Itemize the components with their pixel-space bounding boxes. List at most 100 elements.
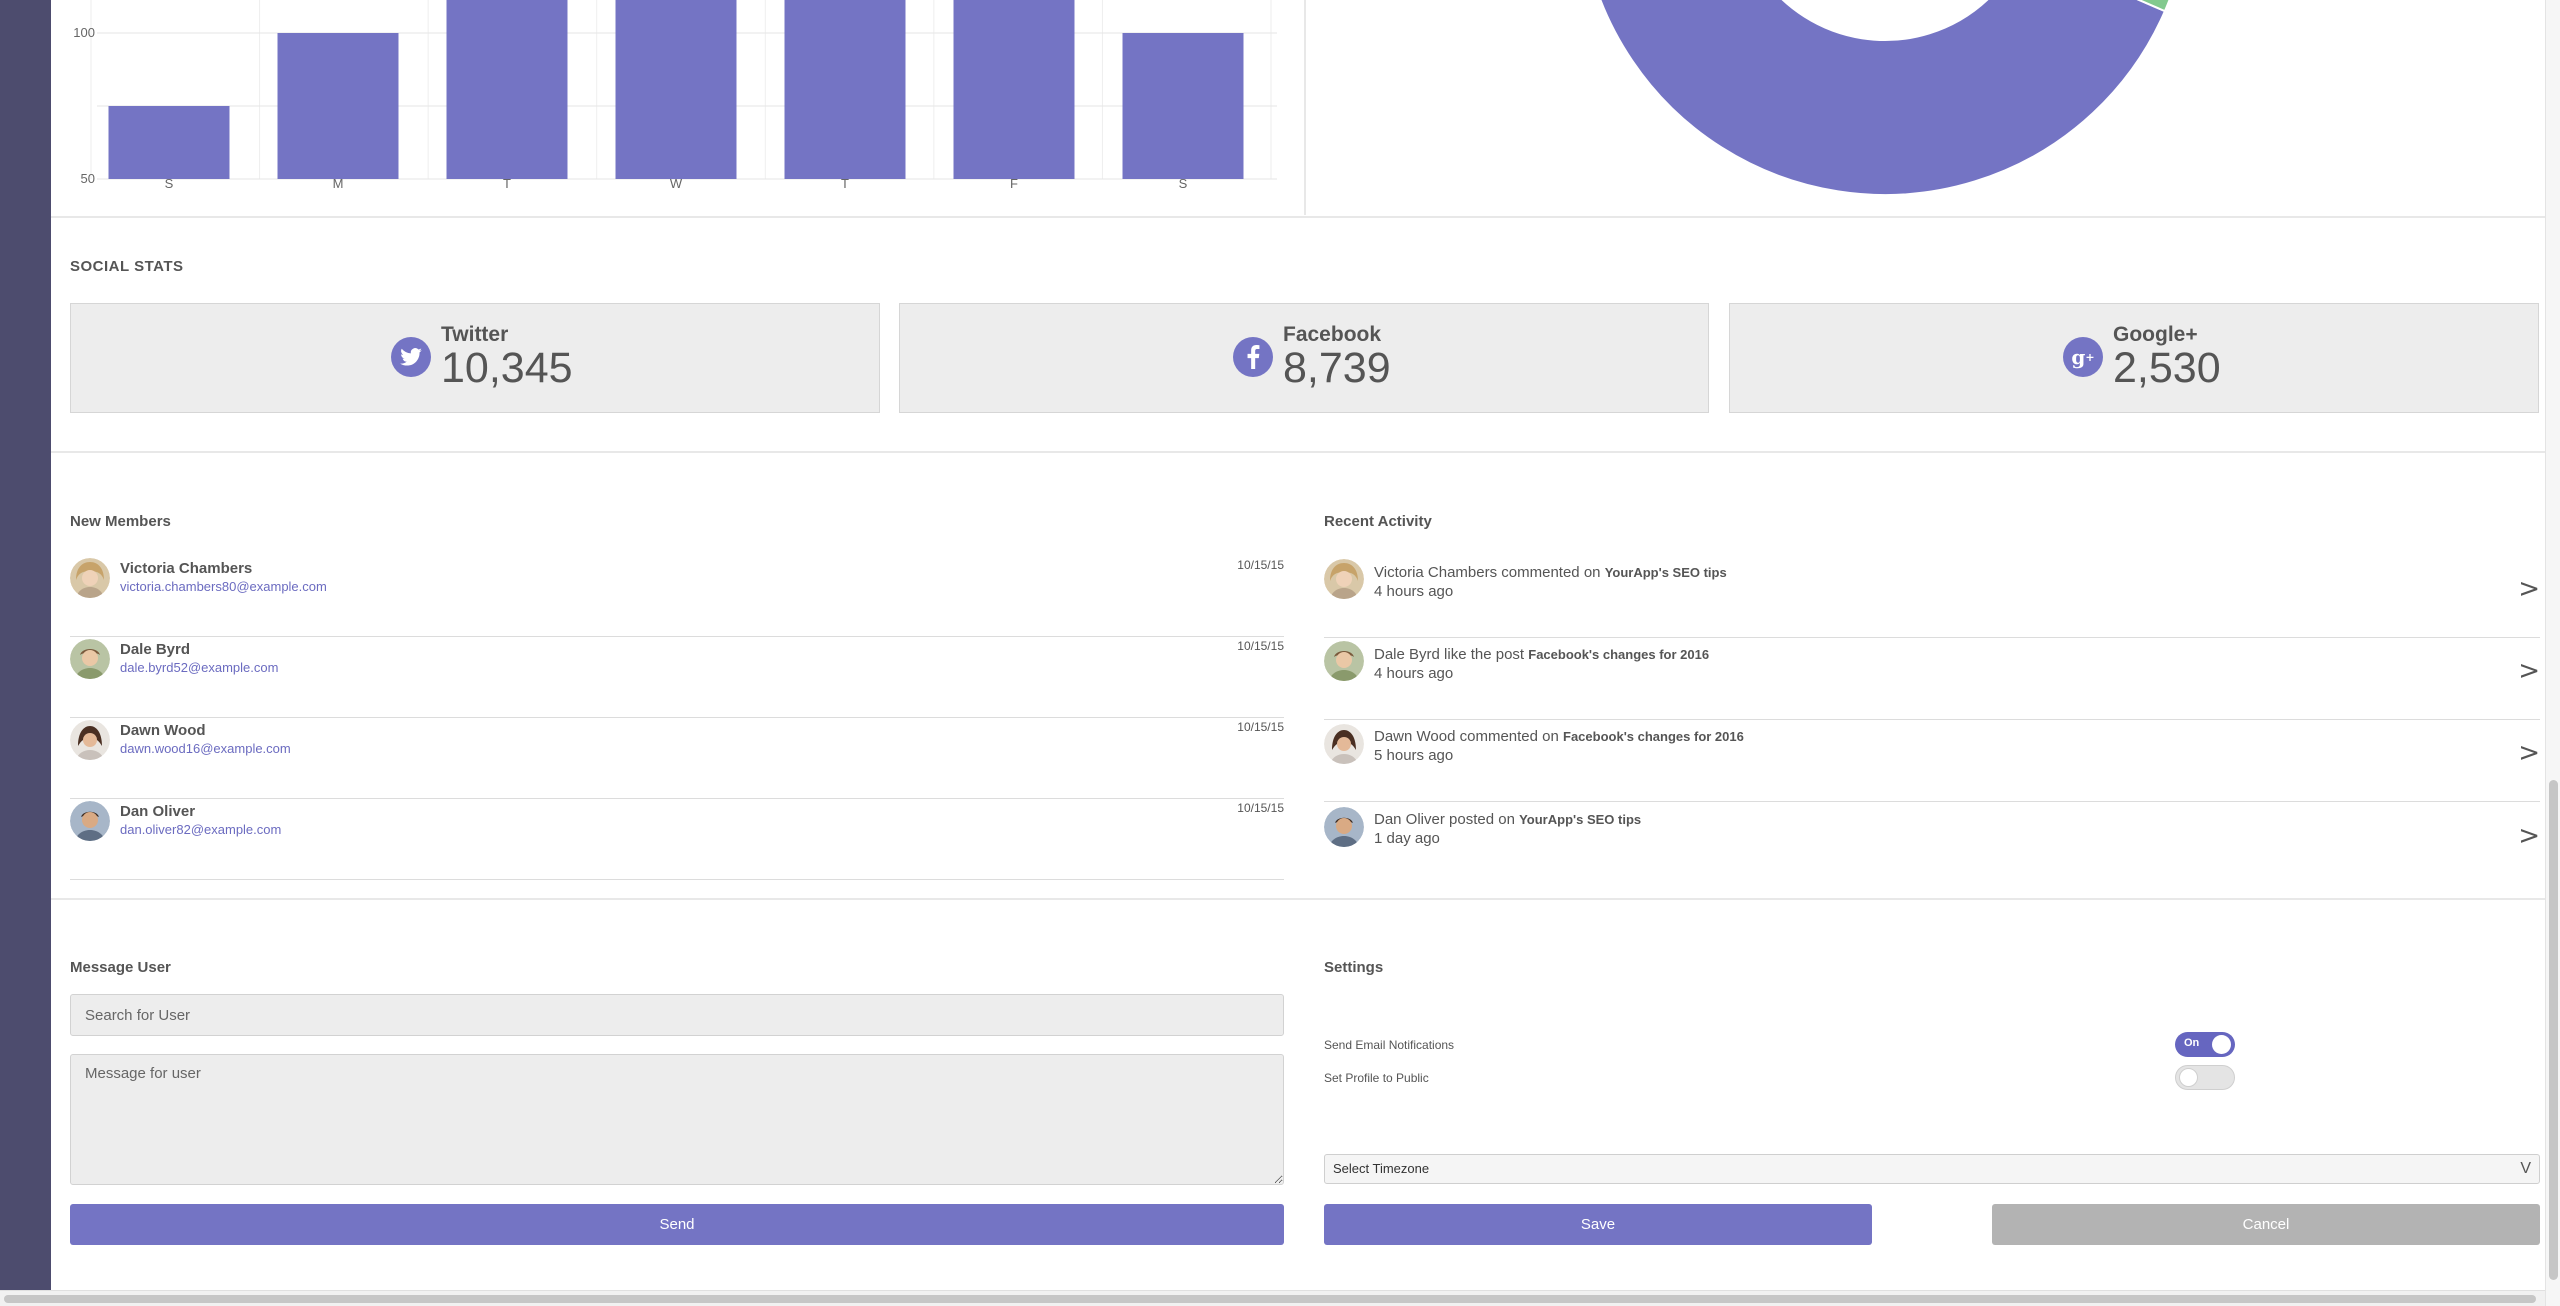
member-row[interactable]: Dawn Wood dawn.wood16@example.com 10/15/… bbox=[70, 718, 1284, 799]
google-plus-label: Google+ bbox=[2113, 323, 2198, 346]
member-date: 10/15/15 bbox=[1237, 720, 1284, 734]
activity-time: 4 hours ago bbox=[1374, 665, 1454, 682]
member-name[interactable]: Dawn Wood bbox=[120, 722, 206, 739]
activity-description: Dawn Wood commented on Facebook's change… bbox=[1374, 728, 1744, 745]
settings-title: Settings bbox=[1324, 959, 1384, 976]
email-notifications-label: Send Email Notifications bbox=[1324, 1038, 1455, 1052]
section-divider bbox=[51, 216, 2545, 218]
chevron-right-icon[interactable]: > bbox=[2518, 738, 2540, 768]
chevron-right-icon[interactable]: > bbox=[2518, 656, 2540, 686]
member-name[interactable]: Dan Oliver bbox=[120, 803, 195, 820]
send-button[interactable]: Send bbox=[70, 1204, 1284, 1245]
facebook-label: Facebook bbox=[1283, 323, 1382, 346]
x-tick-label: T bbox=[841, 176, 849, 191]
toggle-state-text: On bbox=[2184, 1037, 2200, 1049]
twitter-stat-card: Twitter 10,345 bbox=[70, 303, 880, 413]
horizontal-scrollbar[interactable] bbox=[0, 1290, 2545, 1306]
email-notifications-toggle[interactable]: On bbox=[2175, 1032, 2235, 1057]
bar bbox=[277, 33, 399, 179]
y-tick-label: 100 bbox=[73, 25, 95, 40]
member-date: 10/15/15 bbox=[1237, 558, 1284, 572]
activity-row[interactable]: Dan Oliver posted on YourApp's SEO tips … bbox=[1324, 803, 2540, 885]
activity-time: 5 hours ago bbox=[1374, 747, 1454, 764]
x-tick-label: S bbox=[165, 176, 174, 191]
chevron-down-icon: V bbox=[2520, 1160, 2531, 1177]
avatar bbox=[70, 558, 110, 598]
member-date: 10/15/15 bbox=[1237, 639, 1284, 653]
search-user-input[interactable] bbox=[70, 994, 1284, 1036]
twitter-label: Twitter bbox=[441, 323, 509, 346]
member-row[interactable]: Dan Oliver dan.oliver82@example.com 10/1… bbox=[70, 799, 1284, 880]
x-tick-label: S bbox=[1179, 176, 1188, 191]
facebook-count: 8,739 bbox=[1283, 344, 1391, 392]
member-email[interactable]: dale.byrd52@example.com bbox=[120, 660, 278, 675]
member-date: 10/15/15 bbox=[1237, 801, 1284, 815]
activity-description: Dan Oliver posted on YourApp's SEO tips bbox=[1374, 811, 1642, 828]
twitter-icon bbox=[391, 337, 431, 377]
bar bbox=[1122, 33, 1244, 179]
message-textarea[interactable] bbox=[70, 1054, 1284, 1185]
google-plus-icon: g + bbox=[2063, 337, 2103, 377]
donut-slice bbox=[1599, 0, 2167, 196]
vertical-scrollbar-thumb[interactable] bbox=[2549, 780, 2558, 1280]
donut-chart bbox=[1599, 0, 2171, 196]
section-divider bbox=[51, 898, 2545, 900]
google-plus-stat-card: g + Google+ 2,530 bbox=[1729, 303, 2539, 413]
bar bbox=[615, 0, 737, 179]
member-name[interactable]: Dale Byrd bbox=[120, 641, 190, 658]
member-row[interactable]: Dale Byrd dale.byrd52@example.com 10/15/… bbox=[70, 637, 1284, 718]
recent-activity-title: Recent Activity bbox=[1324, 513, 1432, 530]
social-stats-title: SOCIAL STATS bbox=[70, 258, 184, 275]
sidebar bbox=[0, 0, 51, 1306]
avatar bbox=[70, 801, 110, 841]
member-email[interactable]: dan.oliver82@example.com bbox=[120, 822, 281, 837]
activity-row[interactable]: Dale Byrd like the post Facebook's chang… bbox=[1324, 638, 2540, 720]
timezone-select-value: Select Timezone bbox=[1333, 1161, 1430, 1176]
bar bbox=[784, 0, 906, 179]
avatar bbox=[70, 720, 110, 760]
x-tick-label: W bbox=[670, 176, 683, 191]
x-tick-label: M bbox=[333, 176, 344, 191]
bar bbox=[108, 106, 230, 179]
chart-divider bbox=[1304, 0, 1306, 215]
avatar bbox=[70, 639, 110, 679]
bar bbox=[953, 0, 1075, 179]
horizontal-scrollbar-thumb[interactable] bbox=[4, 1295, 2536, 1303]
member-row[interactable]: Victoria Chambers victoria.chambers80@ex… bbox=[70, 556, 1284, 637]
member-email[interactable]: victoria.chambers80@example.com bbox=[120, 579, 327, 594]
message-user-title: Message User bbox=[70, 959, 171, 976]
chevron-right-icon[interactable]: > bbox=[2518, 821, 2540, 851]
toggle-knob bbox=[2212, 1035, 2231, 1054]
vertical-scrollbar[interactable] bbox=[2545, 0, 2560, 1306]
bar bbox=[446, 0, 568, 179]
save-button[interactable]: Save bbox=[1324, 1204, 1872, 1245]
section-divider bbox=[51, 451, 2545, 453]
activity-time: 1 day ago bbox=[1374, 830, 1440, 847]
twitter-count: 10,345 bbox=[441, 344, 573, 392]
chevron-right-icon[interactable]: > bbox=[2518, 574, 2540, 604]
activity-time: 4 hours ago bbox=[1374, 583, 1454, 600]
y-tick-label: 50 bbox=[81, 171, 95, 186]
avatar bbox=[1324, 559, 1364, 599]
toggle-knob bbox=[2179, 1068, 2198, 1087]
timezone-select[interactable]: Select Timezone V bbox=[1324, 1154, 2540, 1184]
weekly-bar-chart: 50 100 S M T W T F S bbox=[73, 0, 1277, 191]
cancel-button[interactable]: Cancel bbox=[1992, 1204, 2540, 1245]
facebook-stat-card: Facebook 8,739 bbox=[899, 303, 1709, 413]
public-profile-toggle[interactable] bbox=[2175, 1065, 2235, 1090]
x-tick-label: F bbox=[1010, 176, 1018, 191]
activity-description: Dale Byrd like the post Facebook's chang… bbox=[1374, 646, 1710, 663]
activity-row[interactable]: Dawn Wood commented on Facebook's change… bbox=[1324, 720, 2540, 802]
activity-description: Victoria Chambers commented on YourApp's… bbox=[1374, 564, 1727, 581]
google-plus-count: 2,530 bbox=[2113, 344, 2221, 392]
activity-row[interactable]: Victoria Chambers commented on YourApp's… bbox=[1324, 556, 2540, 638]
avatar bbox=[1324, 724, 1364, 764]
x-tick-label: T bbox=[503, 176, 511, 191]
public-profile-label: Set Profile to Public bbox=[1324, 1071, 1429, 1085]
new-members-title: New Members bbox=[70, 513, 171, 530]
avatar bbox=[1324, 641, 1364, 681]
member-name[interactable]: Victoria Chambers bbox=[120, 560, 252, 577]
avatar bbox=[1324, 807, 1364, 847]
facebook-icon bbox=[1233, 337, 1273, 377]
member-email[interactable]: dawn.wood16@example.com bbox=[120, 741, 291, 756]
